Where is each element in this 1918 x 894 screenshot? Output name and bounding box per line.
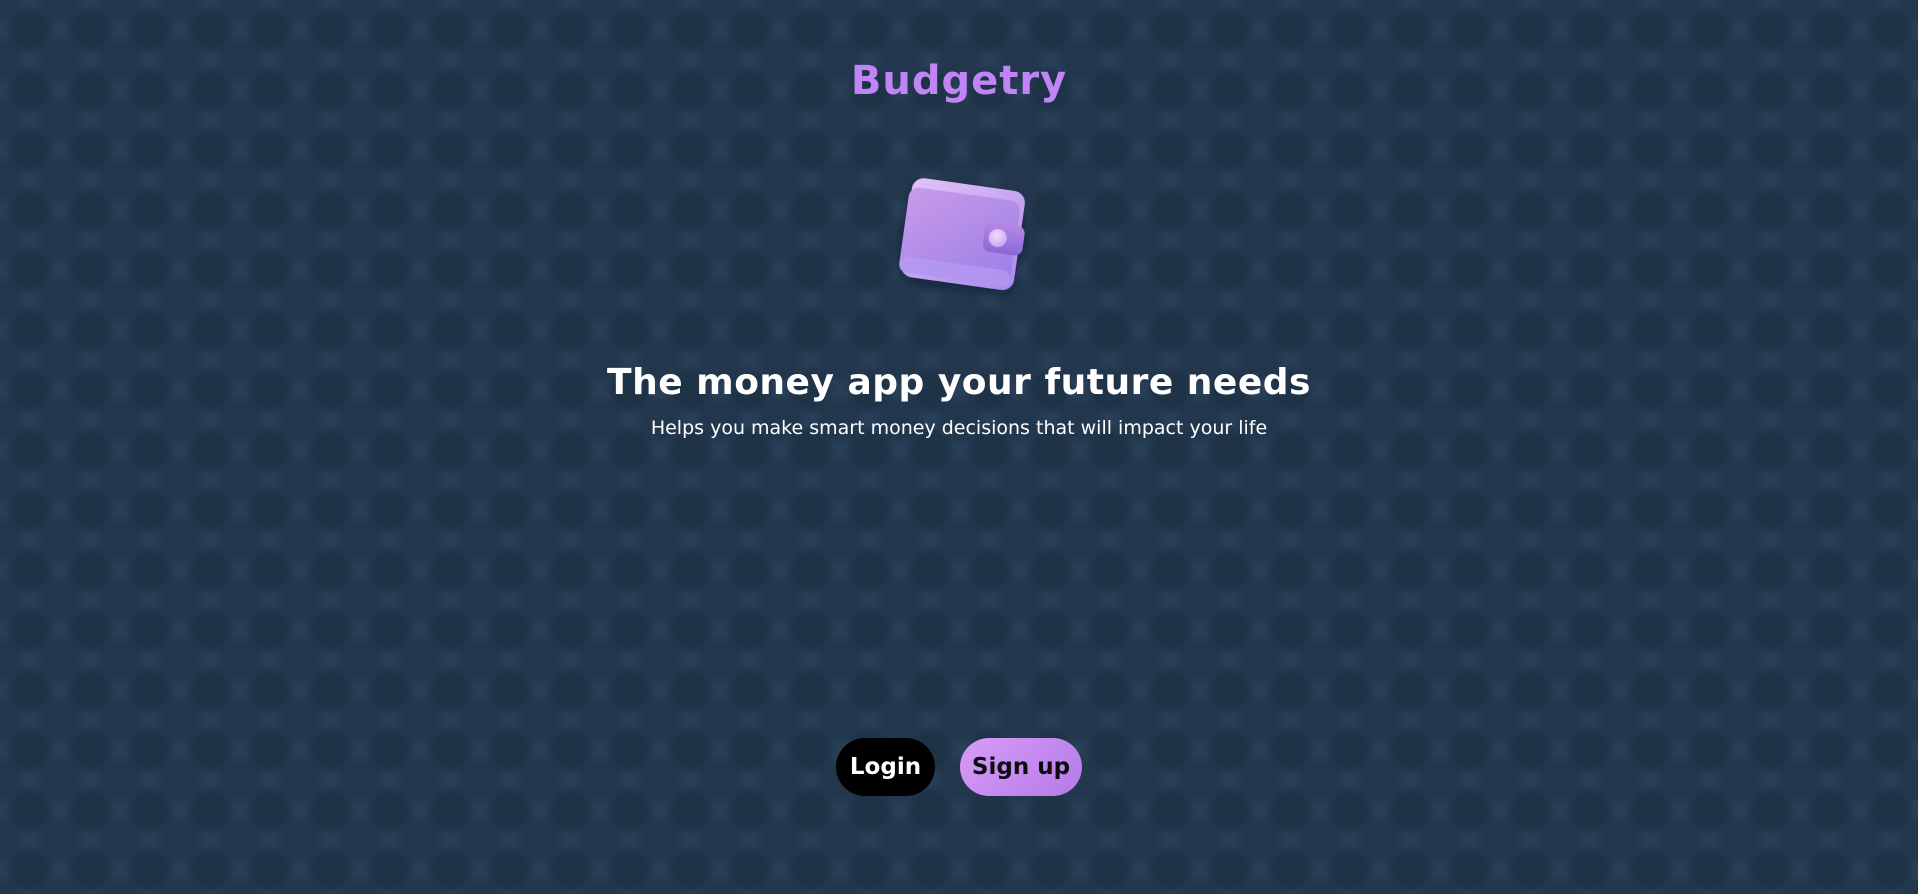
wallet-icon bbox=[888, 164, 1036, 304]
hero-headline: The money app your future needs bbox=[607, 362, 1311, 403]
hero-subtitle: Helps you make smart money decisions tha… bbox=[650, 417, 1268, 439]
auth-actions: Login Sign up bbox=[0, 738, 1918, 796]
app-title: Budgetry bbox=[850, 58, 1068, 104]
signup-button[interactable]: Sign up bbox=[960, 738, 1082, 796]
login-button[interactable]: Login bbox=[836, 738, 935, 796]
